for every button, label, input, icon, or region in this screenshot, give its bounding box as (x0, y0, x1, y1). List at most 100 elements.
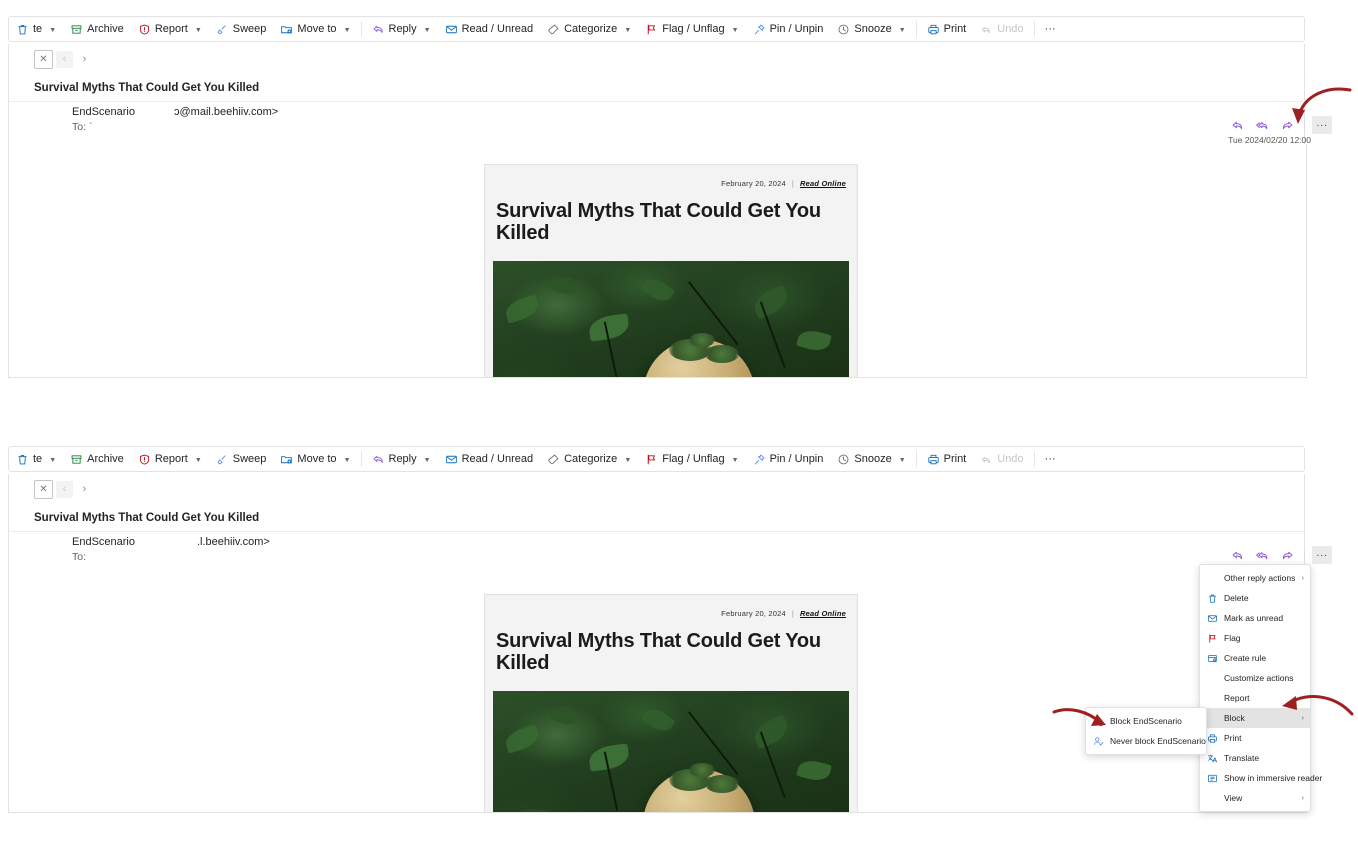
toolbar-item-flag-unflag[interactable]: Flag / Unflag ▼ (638, 447, 745, 471)
skull-on-forest-floor-image-2 (493, 690, 849, 812)
submenu-item-block-endscenario[interactable]: Block EndScenario (1086, 711, 1206, 731)
chevron-right-icon: › (1301, 574, 1304, 582)
chevron-down-icon: ▼ (624, 26, 632, 34)
toolbar-item-print[interactable]: Print (920, 17, 974, 41)
context-menu-item-print[interactable]: Print (1200, 728, 1310, 748)
previous-message-button-2[interactable]: ‹ (56, 480, 73, 498)
bottom-reply-all-button[interactable] (1252, 546, 1272, 564)
context-menu-item-label: Delete (1224, 592, 1249, 603)
to-value: ` (88, 121, 93, 133)
chevron-down-icon: ▼ (423, 456, 431, 464)
message-subject: Survival Myths That Could Get You Killed (8, 74, 1305, 102)
close-message-button[interactable]: ✕ (34, 49, 53, 69)
close-message-button-2[interactable]: ✕ (34, 479, 53, 499)
toolbar-item-report[interactable]: Report ▼ (131, 17, 209, 41)
toolbar-item-label: Report (154, 22, 188, 35)
toolbar-item-move-to[interactable]: Move to ▼ (273, 447, 357, 471)
message-context-menu[interactable]: Other reply actions › Delete Mark as unread… (1199, 564, 1322, 812)
context-menu-item-delete[interactable]: Delete (1200, 588, 1310, 608)
toolbar-item-delete[interactable]: te ▼ (9, 17, 63, 41)
toolbar-item-snooze[interactable]: Snooze ▼ (830, 447, 912, 471)
chevron-right-icon: › (1301, 794, 1304, 802)
toolbar-item-snooze[interactable]: Snooze ▼ (830, 17, 912, 41)
context-menu-item-view[interactable]: View › (1200, 788, 1310, 808)
read-online-link-2[interactable]: Read Online (800, 609, 846, 618)
context-menu-item-translate[interactable]: Translate (1200, 748, 1310, 768)
navigation-row-2: ✕ ‹ › (8, 474, 1305, 504)
context-menu-item-show-immersive-reader[interactable]: Show in immersive reader (1200, 768, 1322, 788)
toolbar-item-flag-unflag[interactable]: Flag / Unflag ▼ (638, 17, 745, 41)
toolbar-item-label: Archive (87, 452, 124, 465)
toolbar-item-undo[interactable]: Undo (973, 17, 1030, 41)
message-subject-2: Survival Myths That Could Get You Killed (8, 504, 1305, 532)
top-reply-all-button[interactable] (1252, 116, 1272, 134)
newsletter-card-2: February 20, 2024 | Read Online Survival M… (484, 594, 858, 812)
toolbar-item-categorize[interactable]: Categorize ▼ (540, 447, 638, 471)
toolbar-item-label: Report (154, 452, 188, 465)
chevron-down-icon: ▼ (343, 26, 351, 34)
next-message-button-2[interactable]: › (76, 481, 93, 498)
toolbar-item-pin-unpin[interactable]: Pin / Unpin (746, 17, 831, 41)
skull-on-forest-floor-image (493, 260, 849, 377)
reply-separator (1304, 118, 1305, 132)
message-toolbar-2: te ▼ Archive Report ▼ Sweep Move to ▼ Reply ▼ Read… (8, 446, 1305, 472)
sender-name[interactable]: EndScenario (72, 106, 135, 118)
context-menu-item-block[interactable]: Block › (1200, 708, 1310, 728)
next-message-button[interactable]: › (76, 51, 93, 68)
toolbar-item-read-unread[interactable]: Read / Unread (438, 447, 541, 471)
toolbar-item-more[interactable]: ··· (1038, 17, 1063, 41)
submenu-item-never-block-endscenario[interactable]: Never block EndScenario (1086, 731, 1206, 751)
context-menu-item-flag[interactable]: Flag (1200, 628, 1310, 648)
toolbar-item-archive[interactable]: Archive (63, 447, 131, 471)
recipient-line-2: To: (72, 551, 86, 563)
recipient-line: To: ` (72, 121, 92, 133)
toolbar-item-label: Move to (297, 452, 337, 465)
toolbar-item-label: Flag / Unflag (662, 452, 725, 465)
sender-name-2[interactable]: EndScenario (72, 536, 135, 548)
bottom-more-button[interactable]: ··· (1312, 546, 1332, 564)
chevron-down-icon: ▼ (194, 26, 202, 34)
toolbar-item-sweep[interactable]: Sweep (209, 17, 274, 41)
toolbar-item-label: Print (943, 22, 967, 35)
toolbar-item-reply[interactable]: Reply ▼ (365, 17, 438, 41)
toolbar-item-archive[interactable]: Archive (63, 17, 131, 41)
toolbar-item-pin-unpin[interactable]: Pin / Unpin (746, 447, 831, 471)
toolbar-item-more[interactable]: ··· (1038, 447, 1063, 471)
chevron-down-icon: ▼ (49, 26, 57, 34)
toolbar-item-label: Sweep (232, 452, 267, 465)
context-menu-item-mark-as-unread[interactable]: Mark as unread (1200, 608, 1310, 628)
sender-address-2: .l.beehiiv.com> (197, 536, 270, 548)
previous-message-button[interactable]: ‹ (56, 50, 73, 68)
context-menu-item-other-reply-actions[interactable]: Other reply actions › (1200, 568, 1310, 588)
top-more-button[interactable]: ··· (1312, 116, 1332, 134)
context-menu-item-label: Report (1224, 692, 1250, 703)
context-menu-item-report[interactable]: Report › (1200, 688, 1310, 708)
toolbar-item-report[interactable]: Report ▼ (131, 447, 209, 471)
toolbar-item-reply[interactable]: Reply ▼ (365, 447, 438, 471)
toolbar-item-categorize[interactable]: Categorize ▼ (540, 17, 638, 41)
toolbar-item-delete[interactable]: te ▼ (9, 447, 63, 471)
toolbar-item-label: Print (943, 452, 967, 465)
block-submenu[interactable]: Block EndScenario Never block EndScenario (1085, 707, 1207, 755)
toolbar-item-label: Undo (997, 452, 1024, 465)
toolbar-item-print[interactable]: Print (920, 447, 974, 471)
top-forward-button[interactable] (1277, 116, 1297, 134)
bottom-forward-button[interactable] (1277, 546, 1297, 564)
top-reply-button[interactable] (1227, 116, 1247, 134)
read-online-link[interactable]: Read Online (800, 179, 846, 188)
toolbar-item-move-to[interactable]: Move to ▼ (273, 17, 357, 41)
chevron-down-icon: ▼ (423, 26, 431, 34)
toolbar-item-undo[interactable]: Undo (973, 447, 1030, 471)
bottom-reply-button[interactable] (1227, 546, 1247, 564)
chevron-down-icon: ▼ (898, 456, 906, 464)
toolbar-item-label: Snooze (854, 452, 892, 465)
toolbar-item-sweep[interactable]: Sweep (209, 447, 274, 471)
toolbar-item-label: Read / Unread (461, 452, 534, 465)
toolbar-item-read-unread[interactable]: Read / Unread (438, 17, 541, 41)
context-menu-item-customize-actions[interactable]: Customize actions (1200, 668, 1310, 688)
newsletter-meta-2: February 20, 2024 | Read Online (493, 609, 849, 618)
chevron-down-icon: ▼ (194, 456, 202, 464)
chevron-down-icon: ▼ (49, 456, 57, 464)
context-menu-item-create-rule[interactable]: Create rule (1200, 648, 1310, 668)
toolbar-item-label: ··· (1044, 22, 1056, 35)
